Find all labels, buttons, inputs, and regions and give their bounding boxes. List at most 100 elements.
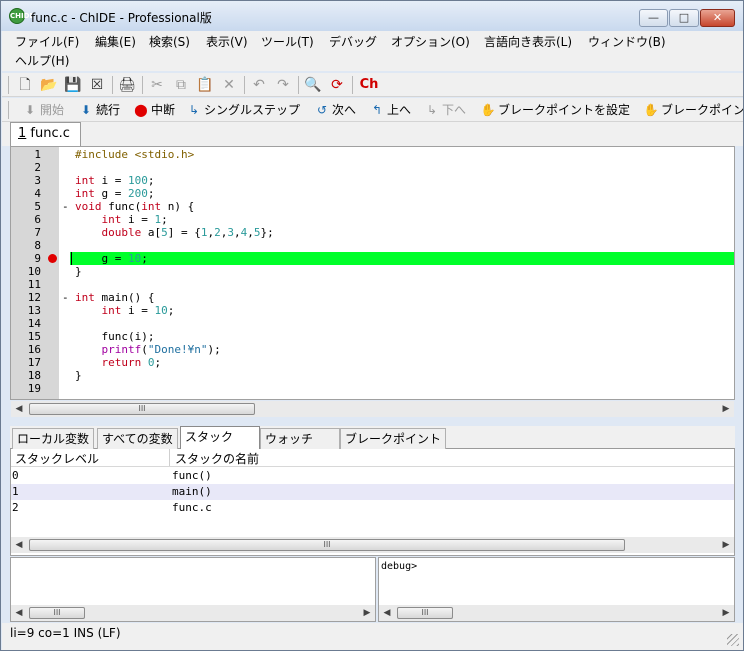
code-line[interactable]: 6 int i = 1;: [11, 213, 734, 226]
menu-file[interactable]: ファイル(F): [15, 33, 79, 51]
tab-watch[interactable]: ウォッチ: [260, 428, 340, 449]
scroll-right-arrow-icon[interactable]: ▶: [718, 605, 734, 621]
menu-debug[interactable]: デバッグ: [329, 33, 377, 51]
debug-console-horizontal-scrollbar[interactable]: ◀ III ▶: [379, 605, 734, 621]
step-up-button[interactable]: ↰ 上へ: [369, 101, 411, 119]
redo-icon[interactable]: ↷: [274, 76, 292, 94]
menu-window[interactable]: ウィンドウ(B): [588, 33, 666, 51]
menu-options[interactable]: オプション(O): [391, 33, 470, 51]
new-file-icon[interactable]: 🗋: [16, 76, 34, 94]
stack-list-header: スタックレベル スタックの名前: [11, 449, 734, 467]
menu-edit[interactable]: 編集(E): [95, 33, 136, 51]
scroll-left-arrow-icon[interactable]: ◀: [11, 605, 27, 621]
delete-icon[interactable]: ✕: [220, 76, 238, 94]
debug-start-button[interactable]: ⬇ 開始: [22, 101, 64, 119]
code-line[interactable]: 11: [11, 278, 734, 291]
line-number: 15: [27, 330, 41, 343]
code-text: }: [75, 265, 82, 278]
single-step-button[interactable]: ↳ シングルステップ: [186, 101, 300, 119]
close-button[interactable]: ✕: [700, 9, 735, 27]
file-tab-strip: 1 func.c: [2, 122, 743, 146]
breakpoint-button[interactable]: ✋ ブレークポイン: [643, 101, 743, 119]
code-line[interactable]: 10}: [11, 265, 734, 278]
code-text: int i = 100;: [75, 174, 155, 187]
code-line[interactable]: 15 func(i);: [11, 330, 734, 343]
minimize-button[interactable]: —: [639, 9, 668, 27]
table-row[interactable]: 1 main(): [11, 484, 734, 500]
tab-all-variables[interactable]: すべての変数: [97, 428, 178, 449]
tab-local-variables[interactable]: ローカル変数: [12, 428, 95, 449]
debug-abort-button[interactable]: ⬤ 中断: [133, 101, 175, 119]
step-next-button[interactable]: ↺ 次へ: [314, 101, 356, 119]
debug-toolbar: ⬇ 開始 ⬇ 続行 ⬤ 中断 ↳ シングルステップ ↺ 次へ ↰ 上へ ↳ 下へ ✋ ブレークポ…: [2, 98, 743, 122]
step-down-button[interactable]: ↳ 下へ: [424, 101, 466, 119]
line-number: 17: [27, 356, 41, 369]
stack-horizontal-scrollbar[interactable]: ◀ III ▶: [11, 537, 734, 553]
debug-continue-button[interactable]: ⬇ 続行: [78, 101, 120, 119]
start-arrow-icon: ⬇: [24, 103, 36, 117]
column-stack-level[interactable]: スタックレベル: [15, 450, 99, 467]
code-line[interactable]: 5 - void func(int n) {: [11, 200, 734, 213]
menu-tools[interactable]: ツール(T): [261, 33, 314, 51]
scroll-left-arrow-icon[interactable]: ◀: [379, 605, 395, 621]
code-line[interactable]: 9 g = 10;: [11, 252, 734, 265]
paste-icon[interactable]: 📋: [196, 76, 214, 94]
scroll-thumb[interactable]: III: [29, 539, 625, 551]
scroll-right-arrow-icon[interactable]: ▶: [718, 537, 734, 553]
scroll-right-arrow-icon[interactable]: ▶: [718, 401, 734, 417]
code-line[interactable]: 7 double a[5] = {1,2,3,4,5};: [11, 226, 734, 239]
menu-search[interactable]: 検索(S): [149, 33, 190, 51]
close-file-icon[interactable]: ☒: [88, 76, 106, 94]
breakpoint-icon[interactable]: [48, 254, 57, 263]
menu-help[interactable]: ヘルプ(H): [15, 52, 69, 70]
set-breakpoint-button[interactable]: ✋ ブレークポイントを設定: [480, 101, 631, 119]
table-row[interactable]: 0 func(): [11, 468, 734, 484]
code-line[interactable]: 14: [11, 317, 734, 330]
replace-icon[interactable]: ⟳: [328, 76, 346, 94]
tab-breakpoints[interactable]: ブレークポイント: [340, 428, 447, 449]
code-line[interactable]: 1 #include <stdio.h>: [11, 148, 734, 161]
code-line[interactable]: 2: [11, 161, 734, 174]
output-horizontal-scrollbar[interactable]: ◀ III ▶: [11, 605, 375, 621]
file-tab-func-c[interactable]: 1 func.c: [10, 122, 81, 146]
output-pane[interactable]: ◀ III ▶: [10, 557, 376, 622]
code-line[interactable]: 19: [11, 382, 734, 395]
open-folder-icon[interactable]: 📂: [40, 76, 58, 94]
copy-icon[interactable]: ⧉: [172, 76, 190, 94]
scroll-thumb[interactable]: III: [397, 607, 453, 619]
code-text: g = 10;: [75, 252, 148, 265]
scroll-left-arrow-icon[interactable]: ◀: [11, 401, 27, 417]
undo-icon[interactable]: ↶: [250, 76, 268, 94]
code-line[interactable]: 8: [11, 239, 734, 252]
scroll-left-arrow-icon[interactable]: ◀: [11, 537, 27, 553]
code-line[interactable]: 12 - int main() {: [11, 291, 734, 304]
print-icon[interactable]: 🖨: [118, 76, 136, 94]
code-editor[interactable]: 1 #include <stdio.h> 2 3 int i = 100; 4 int g …: [10, 146, 735, 400]
status-text: li=9 co=1 INS (LF): [10, 626, 121, 640]
menu-language-view[interactable]: 言語向き表示(L): [484, 33, 572, 51]
code-line[interactable]: 17 return 0;: [11, 356, 734, 369]
resize-grip-icon[interactable]: [727, 634, 739, 646]
code-line[interactable]: 13 int i = 10;: [11, 304, 734, 317]
scroll-right-arrow-icon[interactable]: ▶: [359, 605, 375, 621]
scroll-thumb[interactable]: III: [29, 403, 255, 415]
save-icon[interactable]: 💾: [64, 76, 82, 94]
tab-stack[interactable]: スタック: [180, 426, 260, 450]
code-line[interactable]: 18}: [11, 369, 734, 382]
find-icon[interactable]: 🔍: [304, 76, 322, 94]
cut-icon[interactable]: ✂: [148, 76, 166, 94]
code-line[interactable]: 4 int g = 200;: [11, 187, 734, 200]
maximize-button[interactable]: □: [669, 9, 699, 27]
menu-view[interactable]: 表示(V): [206, 33, 248, 51]
debug-console-pane[interactable]: debug> ◀ III ▶: [378, 557, 735, 622]
code-line[interactable]: 3 int i = 100;: [11, 174, 734, 187]
table-row[interactable]: 2 func.c: [11, 500, 734, 516]
code-line[interactable]: 16 printf("Done!¥n");: [11, 343, 734, 356]
fold-toggle-icon[interactable]: -: [62, 291, 69, 304]
fold-toggle-icon[interactable]: -: [62, 200, 69, 213]
scroll-thumb[interactable]: III: [29, 607, 85, 619]
code-text: return 0;: [101, 356, 162, 369]
editor-horizontal-scrollbar[interactable]: ◀ III ▶: [11, 401, 734, 417]
column-stack-name[interactable]: スタックの名前: [175, 450, 259, 467]
ch-run-icon[interactable]: Ch: [358, 76, 380, 94]
